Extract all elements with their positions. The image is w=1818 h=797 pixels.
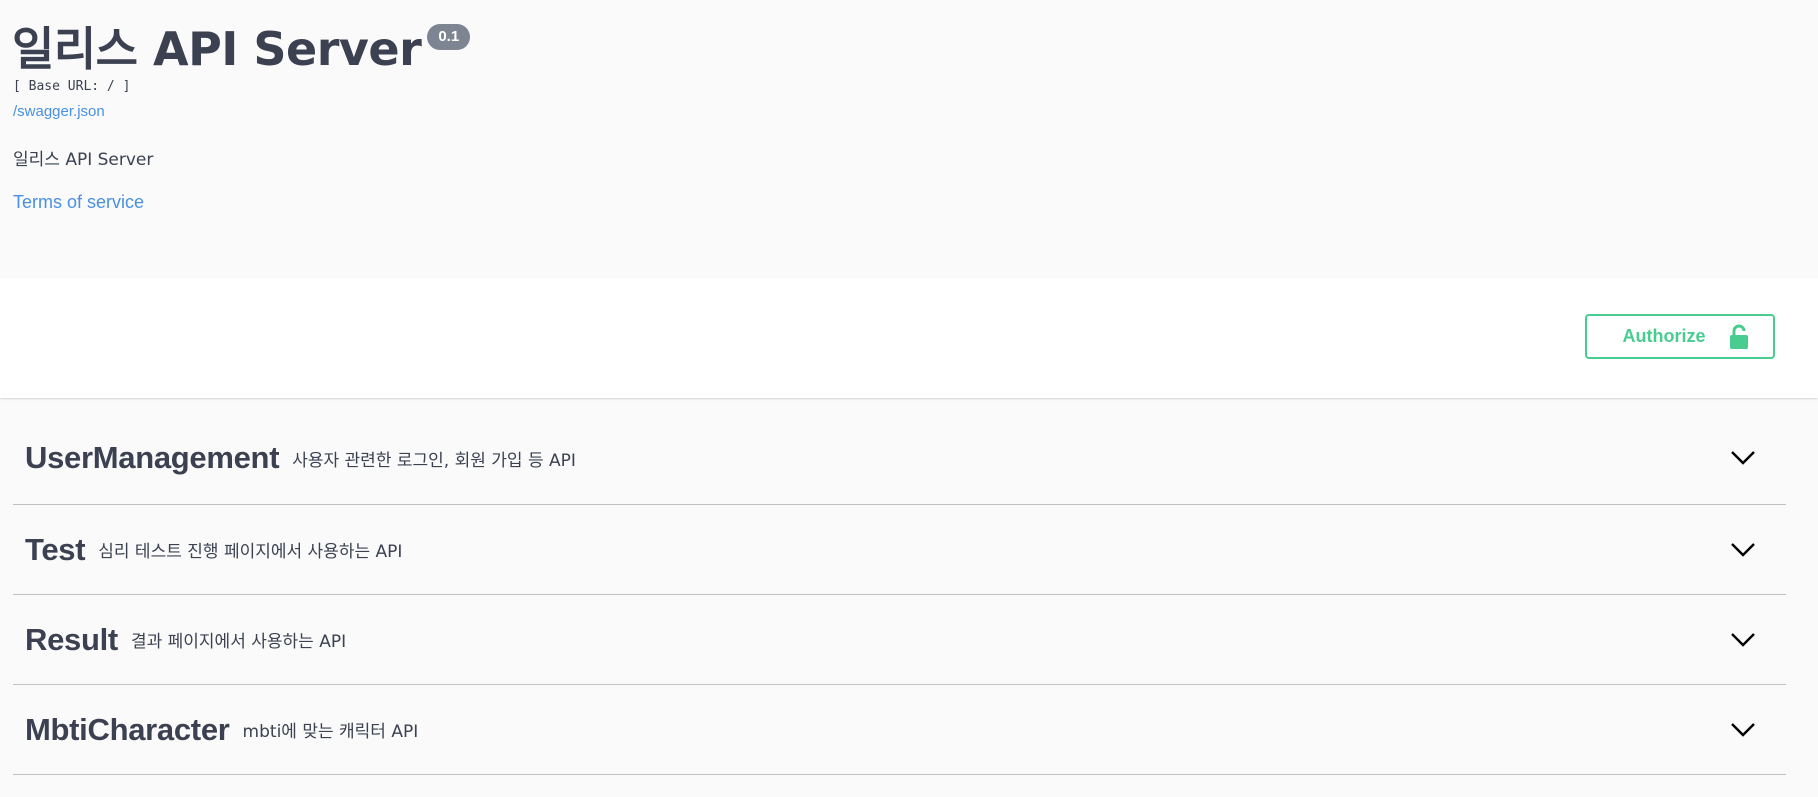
tag-section-result[interactable]: Result 결과 페이지에서 사용하는 API: [13, 595, 1786, 685]
scheme-container: Authorize: [0, 278, 1818, 398]
chevron-down-icon[interactable]: [1730, 542, 1756, 558]
tag-section-test[interactable]: Test 심리 테스트 진행 페이지에서 사용하는 API: [13, 505, 1786, 595]
chevron-down-icon[interactable]: [1730, 632, 1756, 648]
tag-list: UserManagement 사용자 관련한 로그인, 회원 가입 등 API …: [0, 398, 1818, 775]
api-description: 일리스 API Server: [13, 150, 154, 170]
unlocked-lock-icon: [1728, 324, 1750, 350]
chevron-down-icon[interactable]: [1730, 722, 1756, 738]
version-badge: 0.1: [427, 24, 471, 50]
tag-name: Test: [25, 531, 86, 567]
swagger-json-link[interactable]: /swagger.json: [13, 103, 105, 120]
base-url: [ Base URL: / ]: [13, 79, 131, 94]
authorize-label: Authorize: [1622, 326, 1706, 346]
tag-section-mbticharacter[interactable]: MbtiCharacter mbti에 맞는 캐릭터 API: [13, 685, 1786, 775]
tag-name: MbtiCharacter: [25, 711, 230, 747]
api-title: 일리스 API Server: [12, 22, 422, 76]
tag-description: 결과 페이지에서 사용하는 API: [130, 632, 347, 652]
tag-name: Result: [25, 621, 118, 657]
chevron-down-icon[interactable]: [1730, 450, 1756, 466]
title-row: 일리스 API Server 0.1: [12, 18, 471, 80]
tag-description: 심리 테스트 진행 페이지에서 사용하는 API: [98, 542, 403, 562]
tag-description: mbti에 맞는 캐릭터 API: [242, 722, 419, 742]
tag-section-usermanagement[interactable]: UserManagement 사용자 관련한 로그인, 회원 가입 등 API: [13, 398, 1786, 505]
tag-name: UserManagement: [25, 440, 280, 475]
tag-description: 사용자 관련한 로그인, 회원 가입 등 API: [292, 450, 576, 471]
info-section: 일리스 API Server 0.1 [ Base URL: / ] /swag…: [0, 0, 1818, 278]
authorize-button[interactable]: Authorize: [1585, 314, 1775, 359]
terms-of-service-link[interactable]: Terms of service: [13, 192, 144, 213]
